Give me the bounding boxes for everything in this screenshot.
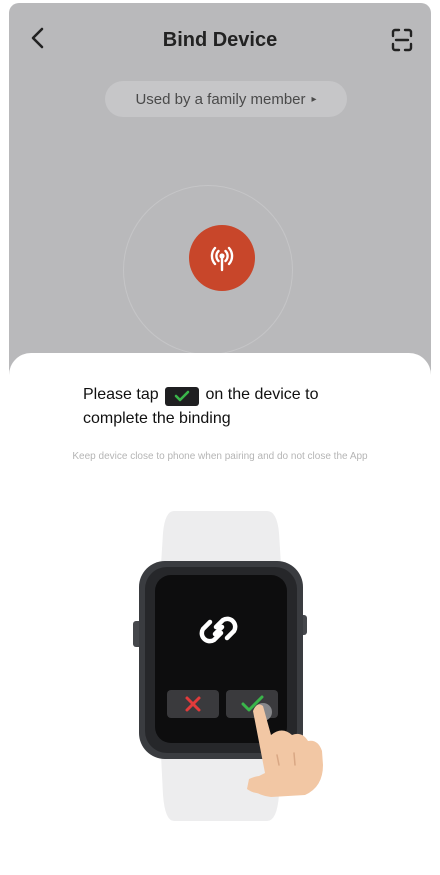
instruction-text-start: Please tap <box>83 386 159 403</box>
family-member-link[interactable]: Used by a family member ▸ <box>105 81 347 117</box>
bind-device-screen: Bind Device Used by a family member ▸ Pl… <box>9 3 431 869</box>
signal-tower-icon <box>210 246 234 272</box>
pairing-hint: Keep device close to phone when pairing … <box>72 451 368 462</box>
binding-instruction: Please tap on the device to complete the… <box>83 383 383 431</box>
confirm-key-icon <box>165 386 200 406</box>
chevron-right-icon: ▸ <box>311 93 317 105</box>
watch-illustration <box>133 511 323 821</box>
page-title: Bind Device <box>162 29 278 51</box>
top-bar: Bind Device <box>9 3 431 79</box>
scan-icon <box>391 28 413 52</box>
pairing-indicator <box>189 225 255 291</box>
family-member-label: Used by a family member <box>135 90 306 108</box>
scan-button[interactable] <box>387 25 417 55</box>
binding-sheet: Please tap on the device to complete the… <box>9 353 431 869</box>
